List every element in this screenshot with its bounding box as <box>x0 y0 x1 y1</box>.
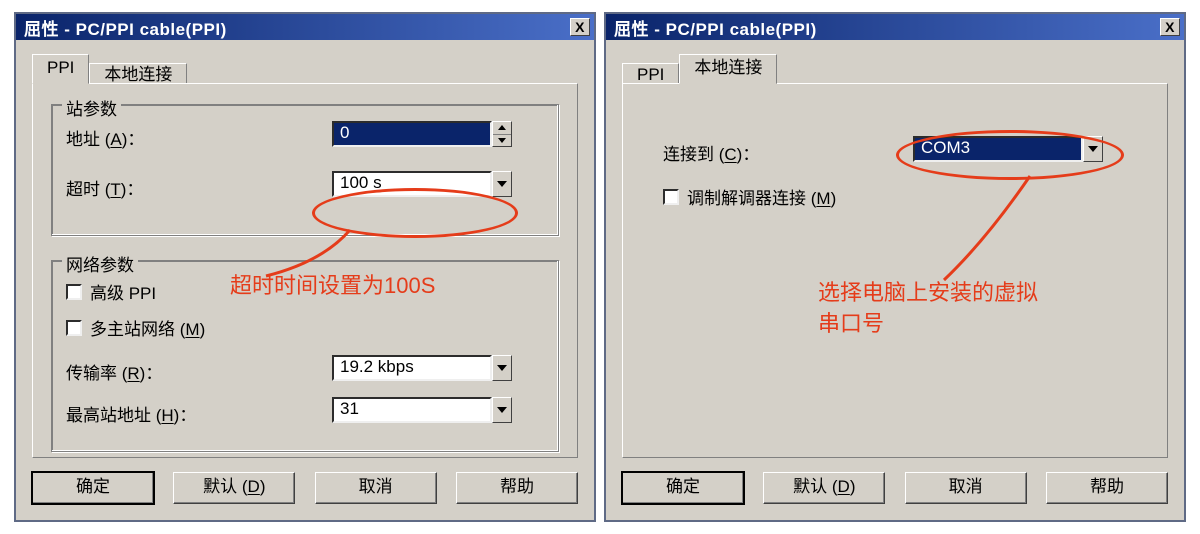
address-label: 地址 (A)： <box>66 125 144 150</box>
max-addr-value[interactable]: 31 <box>332 397 492 423</box>
group-station-title: 站参数 <box>62 95 121 120</box>
checkbox-box-icon[interactable] <box>66 320 82 336</box>
properties-dialog-local: 屈性 - PC/PPI cable(PPI) X PPI 本地连接 连接到 (C… <box>604 12 1186 522</box>
tabpage-local: 连接到 (C)： COM3 调制解调器连接 (M) <box>622 83 1168 458</box>
connect-to-label: 连接到 (C)： <box>663 140 759 165</box>
timeout-value[interactable]: 100 s <box>332 171 492 197</box>
max-addr-label: 最高站地址 (H)： <box>66 401 196 426</box>
dialog-button-row: 确定 默认 (D) 取消 帮助 <box>32 472 578 504</box>
default-button[interactable]: 默认 (D) <box>763 472 885 504</box>
close-icon[interactable]: X <box>1160 18 1180 36</box>
checkbox-box-icon[interactable] <box>663 189 679 205</box>
timeout-label: 超时 (T)： <box>66 175 143 200</box>
group-network-params: 网络参数 高级 PPI 多主站网络 (M) 传输率 (R)： 19.2 kbps <box>51 260 559 452</box>
close-icon[interactable]: X <box>570 18 590 36</box>
titlebar[interactable]: 屈性 - PC/PPI cable(PPI) X <box>16 14 594 40</box>
max-addr-combo[interactable]: 31 <box>332 397 512 423</box>
dropdown-icon[interactable] <box>1083 136 1103 162</box>
connect-to-value[interactable]: COM3 <box>913 136 1083 162</box>
tab-ppi[interactable]: PPI <box>32 54 89 84</box>
dialog-button-row: 确定 默认 (D) 取消 帮助 <box>622 472 1168 504</box>
checkbox-modem[interactable]: 调制解调器连接 (M) <box>663 184 836 209</box>
dropdown-icon[interactable] <box>492 397 512 423</box>
baud-label: 传输率 (R)： <box>66 359 162 384</box>
titlebar[interactable]: 屈性 - PC/PPI cable(PPI) X <box>606 14 1184 40</box>
baud-value[interactable]: 19.2 kbps <box>332 355 492 381</box>
group-network-title: 网络参数 <box>62 251 138 276</box>
tabpage-ppi: 站参数 地址 (A)： 0 超时 (T)： <box>32 83 578 458</box>
cancel-button[interactable]: 取消 <box>315 472 437 504</box>
connect-to-combo[interactable]: COM3 <box>913 136 1103 162</box>
checkbox-advanced-ppi[interactable]: 高级 PPI <box>66 279 156 304</box>
baud-combo[interactable]: 19.2 kbps <box>332 355 512 381</box>
window-title: 屈性 - PC/PPI cable(PPI) <box>614 15 1160 40</box>
help-button[interactable]: 帮助 <box>456 472 578 504</box>
tabstrip: PPI 本地连接 <box>622 56 777 84</box>
window-title: 屈性 - PC/PPI cable(PPI) <box>24 15 570 40</box>
checkbox-modem-label: 调制解调器连接 (M) <box>687 184 836 209</box>
help-button[interactable]: 帮助 <box>1046 472 1168 504</box>
checkbox-multi-master[interactable]: 多主站网络 (M) <box>66 315 205 340</box>
timeout-combo[interactable]: 100 s <box>332 171 512 197</box>
tabstrip: PPI 本地连接 <box>32 56 187 84</box>
address-value[interactable]: 0 <box>332 121 492 147</box>
checkbox-multi-master-label: 多主站网络 (M) <box>90 315 205 340</box>
spinner-buttons-icon[interactable] <box>492 121 512 147</box>
checkbox-box-icon[interactable] <box>66 284 82 300</box>
group-station-params: 站参数 地址 (A)： 0 超时 (T)： <box>51 104 559 236</box>
checkbox-advanced-ppi-label: 高级 PPI <box>90 279 156 304</box>
properties-dialog-ppi: 屈性 - PC/PPI cable(PPI) X PPI 本地连接 站参数 地址… <box>14 12 596 522</box>
tab-local-connection[interactable]: 本地连接 <box>679 54 777 84</box>
address-spinner[interactable]: 0 <box>332 121 512 147</box>
ok-button[interactable]: 确定 <box>32 472 154 504</box>
dropdown-icon[interactable] <box>492 171 512 197</box>
dropdown-icon[interactable] <box>492 355 512 381</box>
default-button[interactable]: 默认 (D) <box>173 472 295 504</box>
ok-button[interactable]: 确定 <box>622 472 744 504</box>
cancel-button[interactable]: 取消 <box>905 472 1027 504</box>
